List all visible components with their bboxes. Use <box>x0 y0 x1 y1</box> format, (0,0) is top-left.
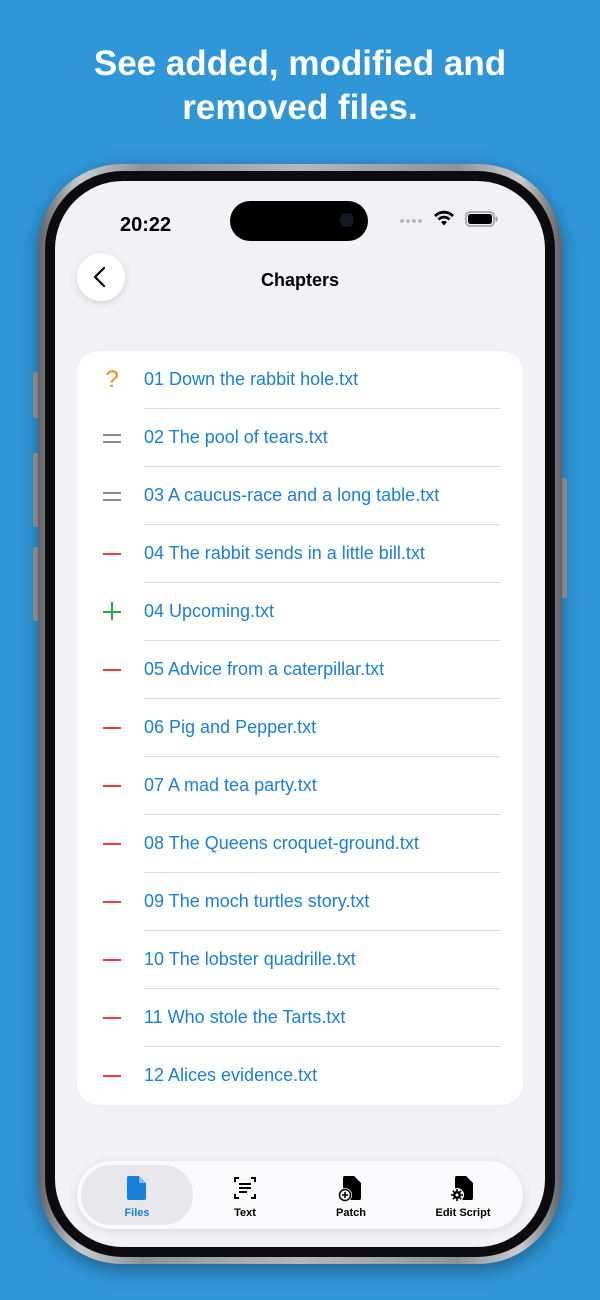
phone-frame: 20:22 Chapters ? 01 Down the rabbit hole… <box>38 164 562 1264</box>
file-row[interactable]: 09 The moch turtles story.txt <box>77 873 523 931</box>
page-title: Chapters <box>260 270 340 290</box>
tab-label: Edit Script <box>435 1207 491 1219</box>
removed-minus-icon <box>99 1006 125 1030</box>
removed-minus-icon <box>99 1064 125 1088</box>
file-name: 04 Upcoming.txt <box>144 601 275 621</box>
tab-edit-script[interactable]: Edit Script <box>407 1165 519 1225</box>
dynamic-island <box>230 201 368 241</box>
file-row[interactable]: 02 The pool of tears.txt <box>77 409 523 467</box>
file-name: 04 The rabbit sends in a little bill.txt <box>144 543 425 563</box>
file-row[interactable]: 06 Pig and Pepper.txt <box>77 699 523 757</box>
file-name: 09 The moch turtles story.txt <box>144 891 370 911</box>
unchanged-equal-icon <box>99 426 125 450</box>
removed-minus-icon <box>99 890 125 914</box>
added-plus-icon <box>99 600 125 624</box>
file-name: 08 The Queens croquet-ground.txt <box>144 833 419 853</box>
removed-minus-icon <box>99 774 125 798</box>
tab-files[interactable]: Files <box>81 1165 193 1225</box>
file-name: 03 A caucus-race and a long table.txt <box>144 485 440 505</box>
removed-minus-icon <box>99 832 125 856</box>
patch-file-icon <box>338 1176 361 1202</box>
cellular-signal-icon <box>400 219 426 225</box>
tab-label: Files <box>124 1207 150 1219</box>
tab-label: Patch <box>336 1207 366 1219</box>
phone-screen: 20:22 Chapters ? 01 Down the rabbit hole… <box>55 181 545 1247</box>
file-row[interactable]: 07 A mad tea party.txt <box>77 757 523 815</box>
file-list: ? 01 Down the rabbit hole.txt 02 The poo… <box>77 351 523 1105</box>
wifi-icon <box>434 210 454 226</box>
headline: See added, modified and removed files. <box>0 42 600 130</box>
file-row[interactable]: 11 Who stole the Tarts.txt <box>77 989 523 1047</box>
file-name: 07 A mad tea party.txt <box>144 775 317 795</box>
file-row[interactable]: 04 Upcoming.txt <box>77 583 523 641</box>
removed-minus-icon <box>99 948 125 972</box>
file-name: 11 Who stole the Tarts.txt <box>144 1007 346 1027</box>
file-row[interactable]: 10 The lobster quadrille.txt <box>77 931 523 989</box>
file-row[interactable]: 03 A caucus-race and a long table.txt <box>77 467 523 525</box>
file-row[interactable]: 04 The rabbit sends in a little bill.txt <box>77 525 523 583</box>
file-name: 10 The lobster quadrille.txt <box>144 949 356 969</box>
removed-minus-icon <box>99 542 125 566</box>
status-time: 20:22 <box>120 214 172 236</box>
file-row[interactable]: 12 Alices evidence.txt <box>77 1047 523 1105</box>
tab-label: Text <box>234 1207 256 1219</box>
file-name: 01 Down the rabbit hole.txt <box>144 369 359 389</box>
unchanged-equal-icon <box>99 484 125 508</box>
phone-bezel: 20:22 Chapters ? 01 Down the rabbit hole… <box>45 171 555 1257</box>
file-row[interactable]: 05 Advice from a caterpillar.txt <box>77 641 523 699</box>
tab-bar: Files Text Patch Edit Script <box>77 1161 523 1229</box>
file-name: 06 Pig and Pepper.txt <box>144 717 317 737</box>
headline-line-1: See added, modified and <box>93 44 507 83</box>
headline-line-2: removed files. <box>182 88 418 127</box>
battery-icon <box>465 211 498 227</box>
removed-minus-icon <box>99 716 125 740</box>
file-name: 12 Alices evidence.txt <box>144 1065 318 1085</box>
removed-minus-icon <box>99 658 125 682</box>
file-row[interactable]: 08 The Queens croquet-ground.txt <box>77 815 523 873</box>
tab-text[interactable]: Text <box>189 1165 301 1225</box>
edit-script-icon <box>450 1176 473 1202</box>
file-name: 02 The pool of tears.txt <box>144 427 328 447</box>
tab-patch[interactable]: Patch <box>295 1165 407 1225</box>
untracked-question-icon: ? <box>105 366 119 393</box>
camera-icon <box>340 213 354 227</box>
file-icon <box>127 1176 146 1200</box>
text-scan-icon <box>234 1177 256 1199</box>
file-row[interactable]: ? 01 Down the rabbit hole.txt <box>77 351 523 409</box>
file-name: 05 Advice from a caterpillar.txt <box>144 659 385 679</box>
